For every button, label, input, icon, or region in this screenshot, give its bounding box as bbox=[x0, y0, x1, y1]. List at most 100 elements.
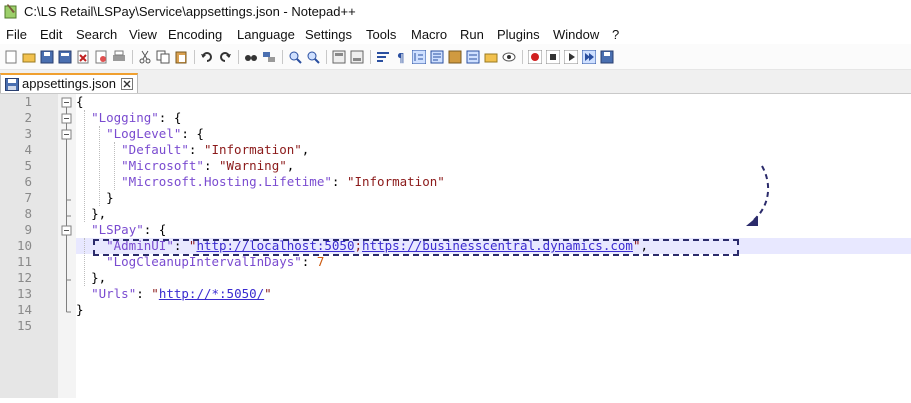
stop-macro-icon[interactable] bbox=[546, 50, 560, 64]
play-macro-icon[interactable] bbox=[564, 50, 578, 64]
json-punctuation: { bbox=[76, 94, 84, 109]
notepad-plus-plus-icon bbox=[4, 4, 17, 19]
code-line[interactable]: "LogCleanupIntervalInDays": 7 bbox=[76, 254, 911, 270]
print-icon[interactable] bbox=[112, 50, 126, 64]
replace-icon[interactable] bbox=[262, 50, 276, 64]
json-key: "Logging" bbox=[91, 110, 159, 125]
indent-guide bbox=[84, 110, 85, 222]
line-number: 14 bbox=[16, 302, 32, 317]
code-line[interactable]: } bbox=[76, 302, 911, 318]
code-line[interactable]: { bbox=[76, 94, 911, 110]
code-line[interactable]: "Default": "Information", bbox=[76, 142, 911, 158]
sync-horizontal-icon[interactable] bbox=[350, 50, 364, 64]
zoom-in-icon[interactable] bbox=[288, 50, 302, 64]
json-key: "Urls" bbox=[91, 286, 137, 301]
code-line[interactable]: "Urls": "http://*:5050/" bbox=[76, 286, 911, 302]
record-macro-icon[interactable] bbox=[528, 50, 542, 64]
json-key: "LSPay" bbox=[91, 222, 144, 237]
svg-text:¶: ¶ bbox=[397, 51, 405, 64]
close-tab-icon[interactable] bbox=[121, 78, 133, 90]
toolbar-separator bbox=[326, 50, 327, 64]
menu-file[interactable]: File bbox=[6, 27, 27, 42]
close-icon[interactable] bbox=[76, 50, 90, 64]
json-key: "LogLevel" bbox=[106, 126, 182, 141]
code-line[interactable] bbox=[76, 318, 911, 334]
sync-vertical-icon[interactable] bbox=[332, 50, 346, 64]
code-line[interactable]: "LSPay": { bbox=[76, 222, 911, 238]
tab-appsettings-json[interactable]: appsettings.json bbox=[0, 73, 138, 93]
new-file-icon[interactable] bbox=[4, 50, 18, 64]
save-macro-icon[interactable] bbox=[600, 50, 614, 64]
zoom-out-icon[interactable] bbox=[306, 50, 320, 64]
redo-icon[interactable] bbox=[218, 50, 232, 64]
doc-map-icon[interactable] bbox=[448, 50, 462, 64]
save-all-icon[interactable] bbox=[58, 50, 72, 64]
folder-workspace-icon[interactable] bbox=[484, 50, 498, 64]
line-number: 11 bbox=[16, 254, 32, 269]
word-wrap-icon[interactable] bbox=[376, 50, 390, 64]
fold-margin[interactable] bbox=[58, 94, 76, 398]
code-line[interactable]: "Microsoft": "Warning", bbox=[76, 158, 911, 174]
toolbar-separator bbox=[370, 50, 371, 64]
annotation-arrow bbox=[746, 165, 770, 226]
line-number: 7 bbox=[24, 190, 32, 205]
save-icon[interactable] bbox=[40, 50, 54, 64]
copy-icon[interactable] bbox=[156, 50, 170, 64]
toolbar-separator bbox=[282, 50, 283, 64]
fold-markers bbox=[61, 97, 72, 313]
menu-view[interactable]: View bbox=[129, 27, 157, 42]
run-macro-icon[interactable] bbox=[582, 50, 596, 64]
menu-help[interactable]: ? bbox=[612, 27, 619, 42]
find-icon[interactable] bbox=[244, 50, 258, 64]
code-line[interactable]: "Logging": { bbox=[76, 110, 911, 126]
menu-settings[interactable]: Settings bbox=[305, 27, 352, 42]
toolbar-separator bbox=[132, 50, 133, 64]
menu-plugins[interactable]: Plugins bbox=[497, 27, 540, 42]
monitor-icon[interactable] bbox=[502, 50, 516, 64]
json-key: "Microsoft" bbox=[121, 158, 204, 173]
menu-edit[interactable]: Edit bbox=[40, 27, 62, 42]
json-number: 7 bbox=[316, 254, 325, 269]
menu-window[interactable]: Window bbox=[553, 27, 599, 42]
menu-search[interactable]: Search bbox=[76, 27, 117, 42]
title-bar: C:\LS Retail\LSPay\Service\appsettings.j… bbox=[0, 0, 911, 24]
menu-language[interactable]: Language bbox=[237, 27, 295, 42]
code-line[interactable]: }, bbox=[76, 270, 911, 286]
json-punctuation: : { bbox=[143, 222, 167, 237]
json-key: "LogCleanupIntervalInDays" bbox=[106, 254, 302, 269]
indent-guide-icon[interactable] bbox=[412, 50, 426, 64]
json-string: " bbox=[151, 286, 159, 301]
language-udl-icon[interactable] bbox=[430, 50, 444, 64]
url-link[interactable]: http://*:5050/ bbox=[159, 286, 264, 301]
json-key: "Microsoft.Hosting.Lifetime" bbox=[121, 174, 332, 189]
menu-encoding[interactable]: Encoding bbox=[168, 27, 222, 42]
indent-guide bbox=[114, 142, 115, 190]
toolbar-separator bbox=[194, 50, 195, 64]
menu-run[interactable]: Run bbox=[460, 27, 484, 42]
close-all-icon[interactable] bbox=[94, 50, 108, 64]
menu-macro[interactable]: Macro bbox=[411, 27, 447, 42]
json-punctuation: , bbox=[301, 142, 310, 157]
json-punctuation: : bbox=[301, 254, 317, 269]
json-punctuation: , bbox=[286, 158, 295, 173]
json-string: "Warning" bbox=[219, 158, 287, 173]
toolbar: ¶ bbox=[0, 44, 911, 70]
code-line[interactable]: } bbox=[76, 190, 911, 206]
cut-icon[interactable] bbox=[138, 50, 152, 64]
undo-icon[interactable] bbox=[200, 50, 214, 64]
json-punctuation: } bbox=[76, 302, 84, 317]
line-number: 6 bbox=[24, 174, 32, 189]
json-string: " bbox=[264, 286, 272, 301]
show-all-chars-icon[interactable]: ¶ bbox=[394, 50, 408, 64]
indent-guide bbox=[84, 238, 85, 286]
code-line[interactable]: "Microsoft.Hosting.Lifetime": "Informati… bbox=[76, 174, 911, 190]
line-number: 8 bbox=[24, 206, 32, 221]
function-list-icon[interactable] bbox=[466, 50, 480, 64]
code-line[interactable]: }, bbox=[76, 206, 911, 222]
paste-icon[interactable] bbox=[174, 50, 188, 64]
menu-tools[interactable]: Tools bbox=[366, 27, 396, 42]
json-punctuation: : bbox=[331, 174, 347, 189]
code-line[interactable]: "LogLevel": { bbox=[76, 126, 911, 142]
open-file-icon[interactable] bbox=[22, 50, 36, 64]
json-key: "Default" bbox=[121, 142, 189, 157]
